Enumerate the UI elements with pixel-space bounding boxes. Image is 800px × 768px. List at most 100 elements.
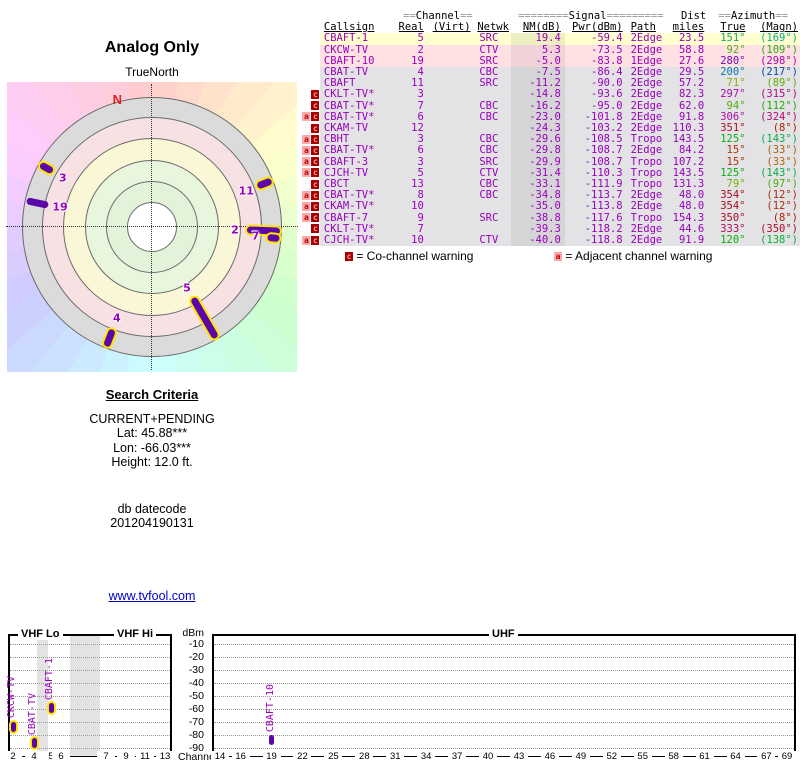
network-cell: SRC [477, 55, 512, 68]
real-channel-cell: 9 [398, 212, 426, 224]
real-channel-cell: 7 [398, 223, 426, 236]
table-row: c CKAM-TV 12 -24.3 -103.2 2Edge 110.3 351° (8°) [302, 123, 800, 135]
warn-c-cell: c [311, 89, 320, 100]
radar-title: Analog Only [104, 39, 200, 56]
compass-north-label: N [112, 91, 122, 107]
network-cell: CBC [477, 111, 512, 124]
channel-tick-label: 19 [262, 751, 281, 762]
magnetic-azimuth-cell: (169°) [747, 33, 800, 45]
network-cell: CTV [477, 44, 512, 56]
warn-a-cell: a [302, 213, 311, 224]
channel-tick-label: 25 [324, 751, 343, 762]
co-channel-warning-icon: c [311, 168, 320, 178]
callsign-cell: CBAT-TV* [319, 145, 399, 157]
table-row: a c CJCH-TV 5 CTV -31.4 -110.3 Tropo 143.5 125° (1… [302, 167, 800, 180]
channel-tick-label: 13 [156, 751, 174, 762]
channel-tick-label: 9 [117, 751, 135, 762]
power-cell: -93.6 [564, 89, 625, 101]
distance-cell: 154.3 [670, 212, 707, 224]
magnetic-azimuth-cell: (33°) [747, 156, 800, 168]
real-channel-cell: 4 [398, 67, 426, 79]
path-cell: Tropo [624, 167, 671, 180]
vhf-hi-band-label: VHF Hi [114, 628, 157, 640]
column-group-header [477, 11, 511, 22]
magnetic-azimuth-cell: (12°) [747, 190, 800, 202]
table-group-header-row: ==Channel== ========Signal========= Dist ==… [302, 11, 800, 22]
real-channel-cell: 5 [398, 33, 426, 45]
noise-margin-cell: 5.3 [511, 44, 565, 56]
channel-tick-label: 37 [448, 751, 467, 762]
warn-a-cell: a [302, 168, 311, 179]
channel-tick-label: 11 [136, 751, 154, 762]
adjacent-channel-warning-icon: a [302, 213, 311, 223]
chart-station-label: CBAFT-10 [264, 683, 276, 732]
chart-marker-cbaft-10 [269, 734, 275, 745]
network-cell: SRC [477, 156, 512, 168]
warn-c-cell [311, 78, 320, 89]
noise-margin-cell: -40.0 [511, 235, 565, 247]
power-cell: -118.8 [564, 235, 625, 247]
radar-marker-label: 3 [58, 171, 67, 185]
table-row: CBAFT-10 19 SRC -5.0 -83.8 1Edge 27.6 280° (298°… [302, 55, 800, 68]
tvfool-link[interactable]: www.tvfool.com [109, 589, 196, 603]
grid-line [214, 748, 794, 749]
network-cell [477, 201, 512, 213]
magnetic-azimuth-cell: (112°) [747, 100, 800, 112]
warn-c-cell: c [311, 101, 320, 112]
network-cell [477, 123, 512, 135]
virtual-channel-cell [425, 33, 478, 45]
column-header: NM(dB) [522, 22, 561, 34]
network-cell [477, 223, 512, 236]
distance-cell: 143.5 [670, 167, 707, 180]
warn-a-cell: a [302, 157, 311, 168]
true-azimuth-cell: 79° [706, 179, 748, 191]
distance-cell: 82.3 [670, 89, 707, 101]
column-header: Callsign [323, 22, 375, 34]
warn-c-cell: c [311, 224, 320, 235]
real-channel-cell: 10 [398, 235, 426, 247]
grid-line [214, 735, 794, 736]
y-tick-label: -40 [188, 677, 204, 689]
true-azimuth-cell: 125° [706, 134, 748, 146]
distance-cell: 58.8 [670, 44, 707, 56]
grid-line [214, 657, 794, 658]
true-azimuth-cell: 71° [706, 78, 748, 90]
callsign-cell: CKCW-TV [319, 44, 399, 56]
path-cell: Tropo [624, 134, 671, 146]
path-cell: 2Edge [624, 190, 671, 202]
warn-a-cell [302, 179, 311, 190]
power-cell: -113.8 [564, 201, 625, 213]
callsign-cell: CBCT [319, 179, 399, 191]
distance-cell: 143.5 [670, 134, 707, 146]
column-group-header: ==Azimuth== [718, 11, 788, 22]
network-cell: CBC [477, 190, 512, 202]
channel-tick-label: 49 [571, 751, 590, 762]
network-cell: CBC [477, 100, 512, 112]
grid-line [10, 670, 170, 671]
real-channel-cell: 3 [398, 156, 426, 168]
network-cell: CBC [477, 67, 512, 79]
radar-ring [127, 202, 177, 252]
vhf-lo-band-label: VHF Lo [18, 628, 63, 640]
noise-margin-cell: -31.4 [511, 167, 565, 180]
virtual-channel-cell [425, 78, 478, 90]
y-tick-label: -60 [188, 703, 204, 715]
noise-margin-cell: -38.8 [511, 212, 565, 224]
magnetic-azimuth-cell: (143°) [747, 134, 800, 146]
warn-c-cell [311, 56, 320, 67]
channel-tick-label: 52 [602, 751, 621, 762]
table-row: a c CBAT-TV* 6 CBC -29.8 -108.7 2Edge 84.2 15° (33… [302, 145, 800, 157]
distance-cell: 23.5 [670, 33, 707, 45]
y-tick-label: -70 [188, 716, 204, 728]
chart-marker-ckcw-tv [10, 721, 16, 732]
callsign-cell: CBAFT-3 [319, 156, 399, 168]
power-cell: -73.5 [564, 44, 625, 56]
true-azimuth-cell: 333° [706, 223, 748, 236]
virtual-channel-cell [425, 212, 478, 224]
virtual-channel-cell [425, 89, 478, 101]
magnetic-azimuth-cell: (143°) [747, 167, 800, 180]
adjacent-channel-warning-icon: a [302, 157, 311, 167]
table-row: a c CBAT-TV* 6 CBC -23.0 -101.8 2Edge 91.8 306° (3… [302, 111, 800, 124]
true-azimuth-cell: 200° [706, 67, 748, 79]
grid-line [10, 644, 170, 645]
